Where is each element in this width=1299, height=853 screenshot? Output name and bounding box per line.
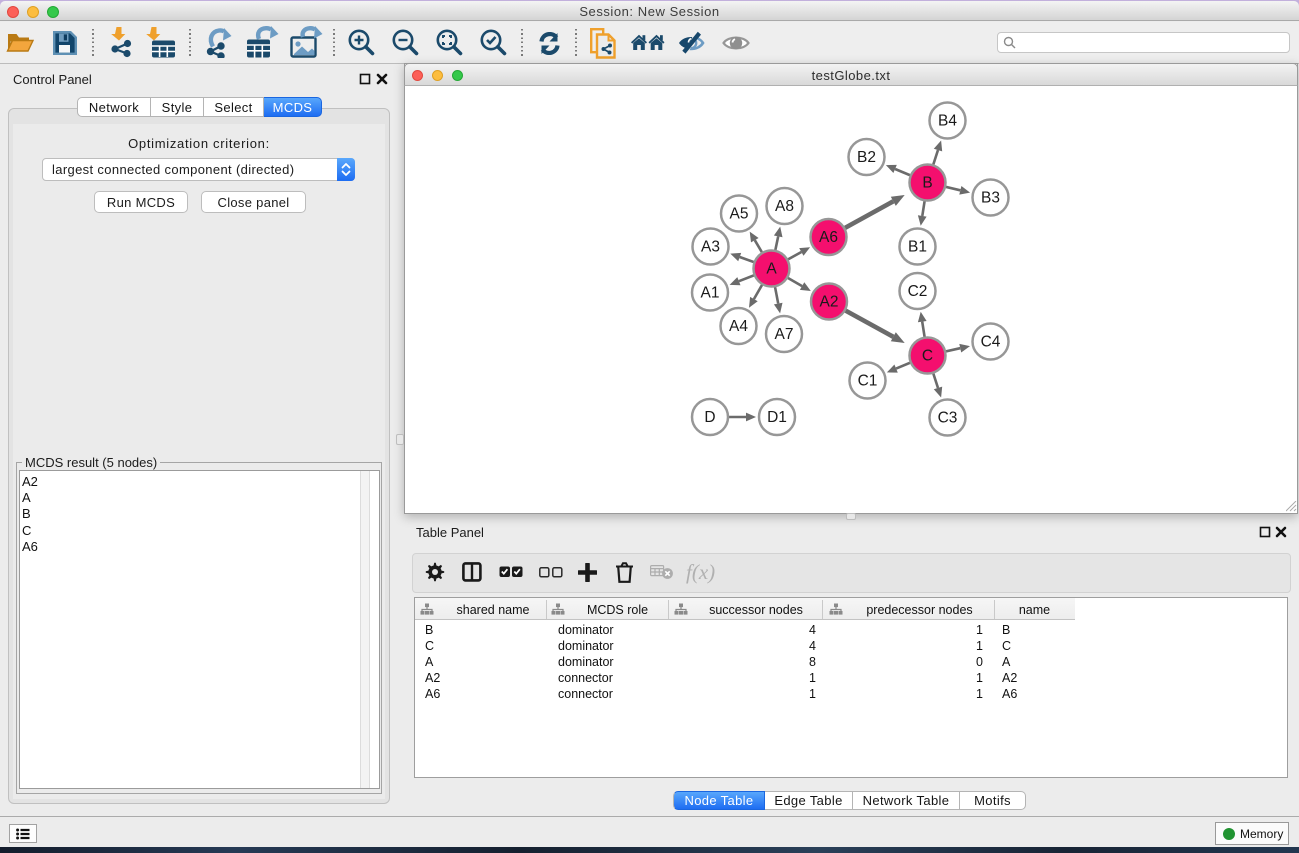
svg-text:B3: B3 bbox=[981, 190, 1000, 207]
svg-text:B1: B1 bbox=[908, 239, 927, 256]
svg-text:D: D bbox=[704, 409, 715, 426]
svg-text:C: C bbox=[922, 348, 933, 365]
svg-text:C3: C3 bbox=[938, 410, 958, 427]
svg-text:A6: A6 bbox=[819, 229, 838, 246]
svg-text:A7: A7 bbox=[775, 326, 794, 343]
svg-text:C1: C1 bbox=[858, 373, 878, 390]
svg-text:A4: A4 bbox=[729, 318, 748, 335]
svg-text:C4: C4 bbox=[981, 334, 1001, 351]
svg-text:A2: A2 bbox=[820, 294, 839, 311]
svg-text:A1: A1 bbox=[701, 285, 720, 302]
svg-text:A5: A5 bbox=[730, 206, 749, 223]
svg-text:C2: C2 bbox=[908, 283, 928, 300]
svg-text:B4: B4 bbox=[938, 113, 957, 130]
svg-text:D1: D1 bbox=[767, 409, 787, 426]
svg-text:B: B bbox=[922, 175, 932, 192]
svg-text:A: A bbox=[766, 261, 777, 278]
svg-text:B2: B2 bbox=[857, 149, 876, 166]
svg-text:A8: A8 bbox=[775, 198, 794, 215]
svg-text:A3: A3 bbox=[701, 239, 720, 256]
